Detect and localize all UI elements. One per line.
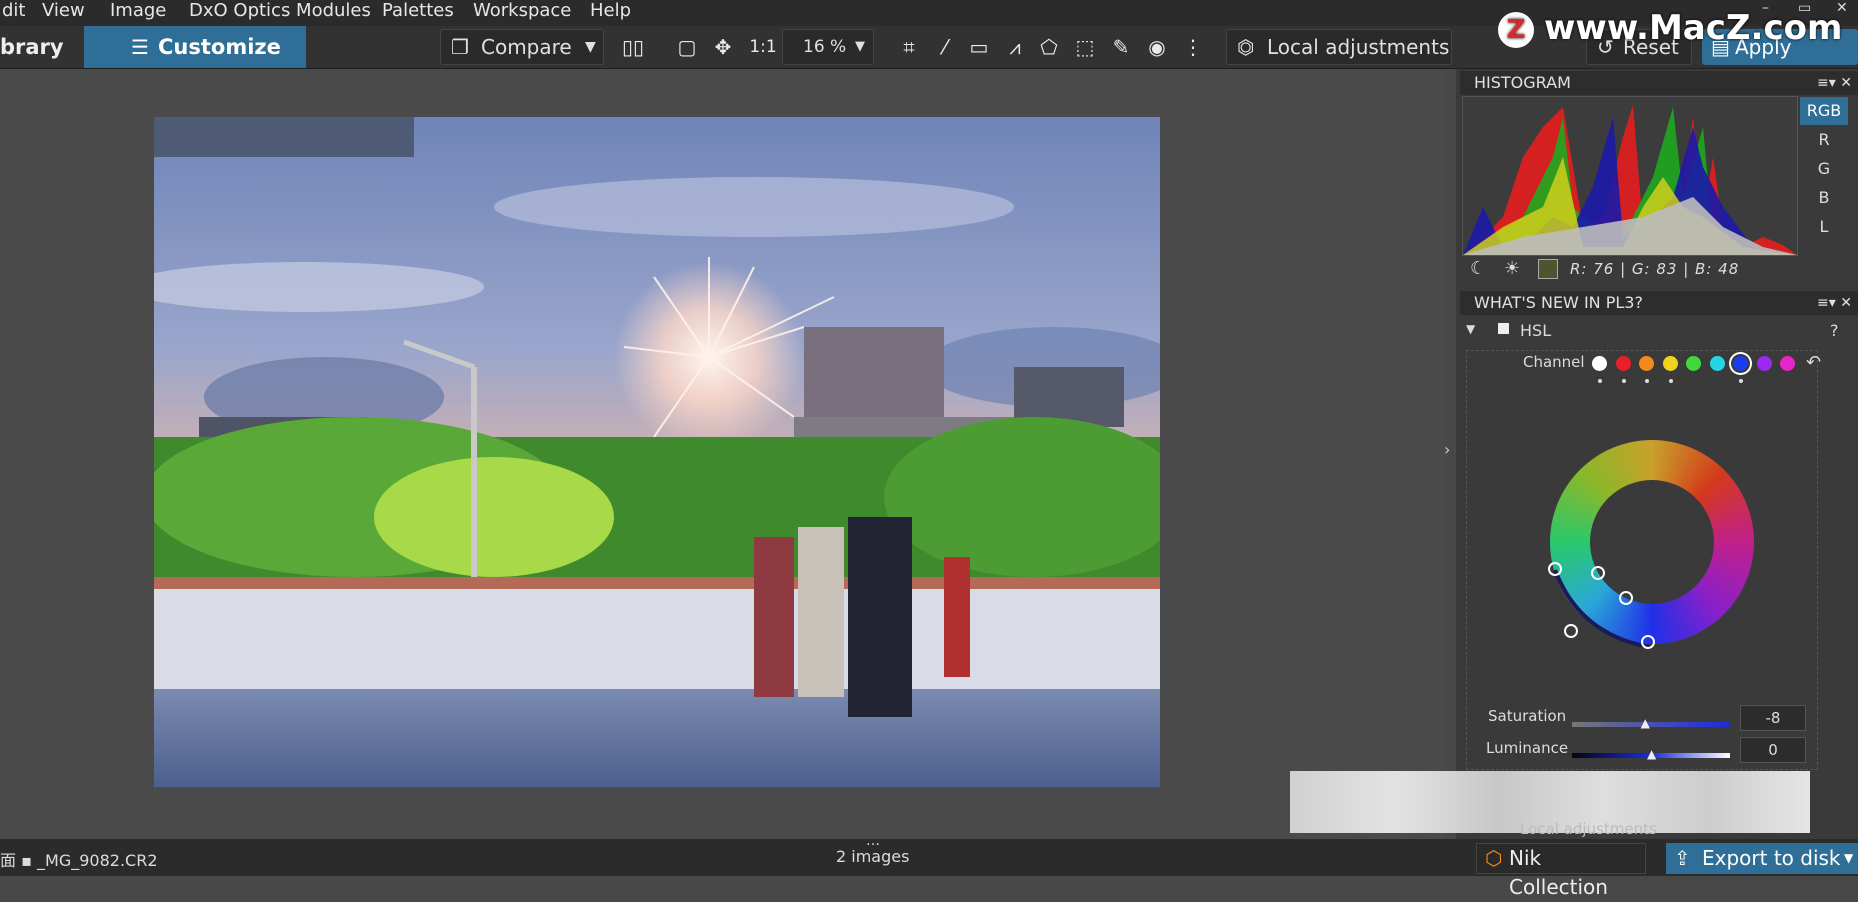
channel-adjusted-marker <box>1621 379 1626 383</box>
menu-help[interactable]: Help <box>590 0 631 24</box>
panel-menu-close-icon[interactable]: ≡▾ ✕ <box>1817 71 1852 95</box>
horizon-icon[interactable]: ▭ <box>966 34 992 60</box>
channel-adjusted-marker <box>1645 379 1649 383</box>
channel-dot-1[interactable] <box>1615 356 1631 371</box>
histogram-graph <box>1462 96 1798 256</box>
channel-dot-5[interactable] <box>1709 356 1725 371</box>
nik-collection-label: Nik Collection <box>1509 846 1608 899</box>
moon-icon[interactable]: ☾ <box>1470 258 1486 279</box>
chevron-down-icon[interactable]: ▼ <box>585 30 596 64</box>
local-adjustments-button[interactable]: ⏣ Local adjustments <box>1226 29 1452 65</box>
export-to-disk-label: Export to disk <box>1702 846 1841 870</box>
collapse-triangle-icon[interactable]: ▼ <box>1466 322 1475 336</box>
channel-adjusted-marker <box>1668 379 1673 383</box>
saturation-label: Saturation <box>1488 707 1567 725</box>
histogram-header: HISTOGRAM ≡▾ ✕ <box>1460 71 1858 95</box>
hsl-enable-checkbox[interactable] <box>1498 323 1509 334</box>
channel-label: Channel <box>1523 353 1585 371</box>
menu-palettes[interactable]: Palettes <box>382 0 454 24</box>
zoom-value: 16 % <box>803 37 847 57</box>
rgb-readout: R: 76 | G: 83 | B: 48 <box>1570 260 1740 278</box>
eyedropper-icon[interactable]: ⁄ <box>932 34 958 60</box>
whats-new-title: WHAT'S NEW IN PL3? <box>1474 293 1643 312</box>
chevron-down-icon: ▼ <box>855 39 865 54</box>
compare-label: Compare <box>481 35 572 59</box>
channel-b[interactable]: B <box>1800 184 1848 212</box>
export-to-disk-button[interactable]: ⇪ Export to disk ▼ <box>1666 843 1858 874</box>
channel-l[interactable]: L <box>1800 213 1848 241</box>
channel-rgb[interactable]: RGB <box>1800 97 1848 125</box>
luminance-value-field[interactable]: 0 <box>1740 737 1806 763</box>
whats-new-header: WHAT'S NEW IN PL3? ≡▾ ✕ <box>1460 291 1858 315</box>
compare-button[interactable]: ❐ Compare ▼ <box>440 29 604 65</box>
compare-icon: ❐ <box>451 35 469 59</box>
luminance-thumb[interactable]: ▲ <box>1647 747 1656 761</box>
histogram-plot <box>1463 105 1797 255</box>
channel-adjusted-marker <box>1598 379 1602 383</box>
local-adjustments-label: Local adjustments <box>1267 35 1450 59</box>
photo-illustration <box>154 117 1160 787</box>
photo-preview[interactable] <box>154 117 1160 787</box>
watermark: Zwww.MacZ.com <box>1498 8 1842 48</box>
perspective-icon[interactable]: ⩘ <box>1002 34 1028 60</box>
luminance-label: Luminance <box>1486 739 1569 757</box>
move-icon[interactable]: ✥ <box>710 34 736 60</box>
menu-view[interactable]: View <box>42 0 85 24</box>
menu-image[interactable]: Image <box>110 0 166 24</box>
hsl-section-label: HSL <box>1520 321 1552 340</box>
perspective-rect-icon[interactable]: ⬚ <box>1072 34 1098 60</box>
repair-icon[interactable]: ✎ <box>1108 34 1134 60</box>
nik-logo-icon: ⬡ <box>1485 846 1503 870</box>
saturation-slider[interactable] <box>1572 722 1730 727</box>
fit-screen-icon[interactable]: ▢ <box>674 34 700 60</box>
panel-collapse-arrow-icon[interactable]: › <box>1444 440 1450 459</box>
tab-customize[interactable]: ☰ Customize <box>84 26 306 68</box>
histogram-title: HISTOGRAM <box>1474 73 1571 92</box>
menu-workspace[interactable]: Workspace <box>473 0 571 24</box>
channel-g[interactable]: G <box>1800 155 1848 183</box>
panel-menu-close-icon[interactable]: ≡▾ ✕ <box>1817 291 1852 315</box>
zoom-select[interactable]: 16 % ▼ <box>782 29 874 65</box>
perspective-4pt-icon[interactable]: ⬠ <box>1036 34 1062 60</box>
channel-dot-8[interactable] <box>1780 356 1795 371</box>
split-view-icon[interactable]: ▯▯ <box>620 34 646 60</box>
local-adjustments-section-label: Local adjustments <box>1520 820 1657 838</box>
local-adjustments-icon: ⏣ <box>1237 35 1255 59</box>
image-count: 2 images <box>836 847 910 866</box>
reset-channel-icon[interactable]: ↶ <box>1806 352 1821 373</box>
crop-icon[interactable]: ⌗ <box>896 34 922 60</box>
eye-icon[interactable]: ◉ <box>1144 34 1170 60</box>
sliders-icon: ☰ <box>131 35 149 59</box>
chevron-down-icon[interactable]: ▼ <box>1844 843 1853 874</box>
nik-collection-button[interactable]: ⬡ Nik Collection <box>1476 843 1646 899</box>
menu-dxo-optics-modules[interactable]: DxO Optics Modules <box>189 0 371 24</box>
sun-icon[interactable]: ☀ <box>1504 258 1520 279</box>
tab-library[interactable]: brary <box>0 26 84 68</box>
help-icon[interactable]: ? <box>1830 321 1839 340</box>
hue-range-selector[interactable] <box>1540 555 1670 665</box>
channel-dot-0[interactable] <box>1592 356 1607 371</box>
export-icon: ⇪ <box>1674 846 1691 870</box>
saturation-value-field[interactable]: -8 <box>1740 705 1806 731</box>
channel-r[interactable]: R <box>1800 126 1848 154</box>
channel-dot-4[interactable] <box>1686 356 1701 371</box>
grid-icon[interactable]: ⋮ <box>1180 34 1206 60</box>
customize-tab-label: Customize <box>158 35 281 59</box>
watermark-text: www.MacZ.com <box>1544 8 1843 48</box>
channel-dot-6[interactable] <box>1733 356 1748 371</box>
watermark-logo-icon: Z <box>1498 11 1534 48</box>
sample-color-swatch <box>1538 259 1558 279</box>
saturation-thumb[interactable]: ▲ <box>1641 716 1650 730</box>
channel-adjusted-marker <box>1739 379 1743 383</box>
filename-label: 面 ▪ _MG_9082.CR2 <box>0 851 158 870</box>
channel-dot-3[interactable] <box>1662 356 1678 371</box>
channel-dot-2[interactable] <box>1639 356 1654 371</box>
channel-dot-7[interactable] <box>1756 356 1772 371</box>
ratio-1-1-button[interactable]: 1:1 <box>748 34 778 60</box>
menu-edit[interactable]: dit <box>2 0 25 24</box>
